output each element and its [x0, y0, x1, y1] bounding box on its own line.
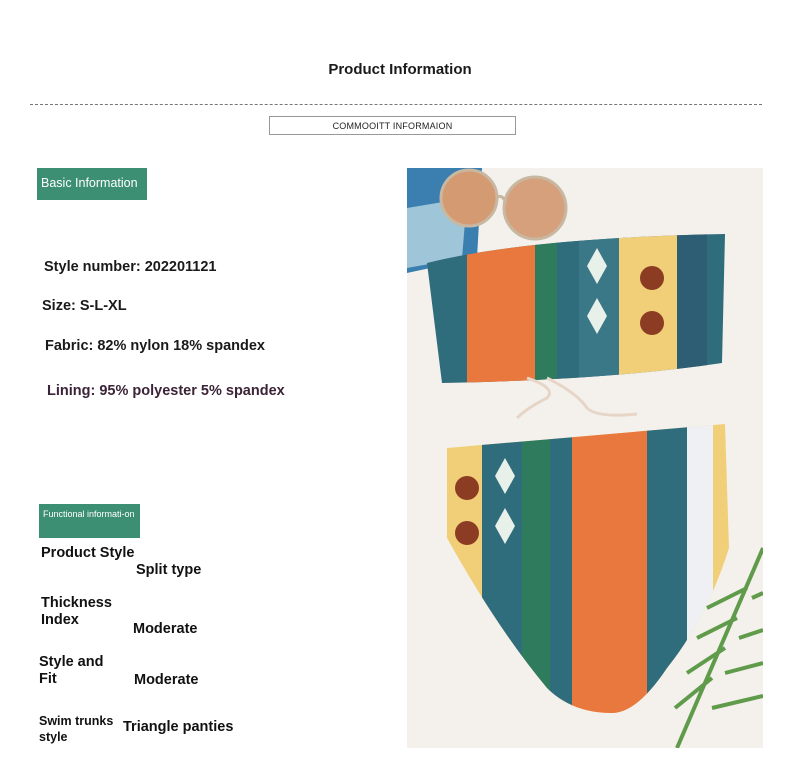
section-subtitle: COMMOOITT INFORMAION — [269, 116, 516, 135]
divider — [30, 104, 762, 105]
page-title: Product Information — [328, 61, 472, 78]
thickness-value: Moderate — [133, 621, 198, 637]
fabric-info: Fabric: 82% nylon 18% spandex — [45, 338, 265, 354]
style-fit-value: Moderate — [134, 672, 199, 688]
product-style-label: Product Style — [41, 545, 135, 561]
style-number: Style number: 202201121 — [44, 259, 217, 275]
product-style-value: Split type — [136, 562, 202, 578]
swim-trunks-label: Swim trunks style — [39, 714, 114, 744]
basic-info-badge: Basic Information — [37, 168, 147, 200]
size-info: Size: S-L-XL — [42, 298, 127, 314]
swim-trunks-value: Triangle panties — [123, 719, 234, 735]
thickness-label: Thickness Index — [41, 595, 112, 628]
bikini-photo — [407, 168, 763, 748]
functional-info-badge: Functional informati-on — [39, 504, 140, 538]
lining-info: Lining: 95% polyester 5% spandex — [47, 383, 285, 399]
style-fit-label: Style and Fit — [39, 654, 104, 687]
